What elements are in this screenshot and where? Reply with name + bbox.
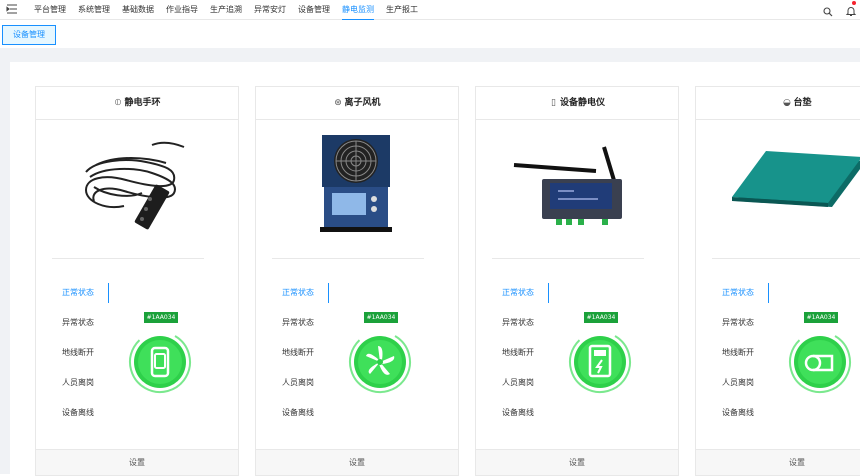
tab-bar: 设备管理 [0,21,860,48]
fan-icon: ⊛ [334,98,342,108]
active-status-indicator [108,283,109,303]
device-card-wristband: ⦶ 静电手环 正常状态 异常状态 地线断开 人员离岗 设备离线 #1AA034 … [35,86,239,476]
status-person-away[interactable]: 人员离岗 [62,377,94,388]
wristband-image [84,141,185,230]
card-divider [52,258,204,259]
card-header: ▯ 设备静电仪 [476,87,678,120]
top-nav-bar: 平台管理 系统管理 基础数据 作业指导 生产追溯 异常安灯 设备管理 静电监测 … [0,0,860,20]
status-device-offline[interactable]: 设备离线 [282,407,314,418]
device-card-static-meter: ▯设备静电仪 正常状态 异常状态 地线断开 人员离岗 设备离线 #1AA034 [475,86,679,476]
device-id-badge: #1AA034 [804,312,838,323]
card-title: 台垫 [793,98,812,108]
settings-button[interactable]: 设置 [256,449,458,475]
wristband-icon: ⦶ [114,98,122,108]
status-normal[interactable]: 正常状态 [282,287,314,298]
device-card-ion-fan: ⊛ 离子风机 正常状态 异常状态 地线断开 人员离岗 设备离线 #1AA034 … [255,86,459,476]
meter-icon: ▯ [551,98,556,108]
mat-image [732,151,860,207]
settings-button[interactable]: 设置 [696,449,860,475]
mat-icon [789,331,851,393]
active-status-indicator [328,283,329,303]
menu-fold-icon[interactable] [6,3,18,15]
card-header: ⦶ 静电手环 [36,87,238,120]
meter-icon [569,331,631,393]
card-header: ⊛ 离子风机 [256,87,458,120]
content-area: ⦶ 静电手环 正常状态 异常状态 地线断开 人员离岗 设备离线 #1AA034 … [0,48,860,476]
device-panel: ⦶ 静电手环 正常状态 异常状态 地线断开 人员离岗 设备离线 #1AA034 … [10,62,860,476]
active-status-indicator [548,283,549,303]
nav-item-work-guide[interactable]: 作业指导 [166,0,198,20]
status-ground-disconnected[interactable]: 地线断开 [722,347,754,358]
card-header: ◒ 台垫 [696,87,860,120]
status-ground-disconnected[interactable]: 地线断开 [282,347,314,358]
nav-item-traceability[interactable]: 生产追溯 [210,0,242,20]
fan-icon [349,331,411,393]
device-id-badge: #1AA034 [584,312,618,323]
status-normal[interactable]: 正常状态 [62,287,94,298]
status-abnormal[interactable]: 异常状态 [282,317,314,328]
nav-item-equipment[interactable]: 设备管理 [298,0,330,20]
active-status-indicator [768,283,769,303]
card-title: 静电手环 [124,98,161,108]
status-normal[interactable]: 正常状态 [722,287,754,298]
status-ground-disconnected[interactable]: 地线断开 [502,347,534,358]
card-title: 设备静电仪 [559,98,605,108]
notification-badge [852,1,856,5]
status-person-away[interactable]: 人员离岗 [502,377,534,388]
device-id-badge: #1AA034 [144,312,178,323]
card-divider [492,258,644,259]
status-person-away[interactable]: 人员离岗 [282,377,314,388]
status-abnormal[interactable]: 异常状态 [62,317,94,328]
main-menu: 平台管理 系统管理 基础数据 作业指导 生产追溯 异常安灯 设备管理 静电监测 … [34,0,430,20]
card-divider [712,258,860,259]
status-abnormal[interactable]: 异常状态 [722,317,754,328]
nav-item-esd-monitor[interactable]: 静电监测 [342,0,374,20]
search-icon[interactable] [822,3,834,17]
status-device-offline[interactable]: 设备离线 [502,407,534,418]
device-card-mat: ◒ 台垫 正常状态 异常状态 地线断开 人员离岗 设备离线 #1AA034 设置 [695,86,860,476]
mat-icon: ◒ [783,98,791,108]
status-abnormal[interactable]: 异常状态 [502,317,534,328]
tab-equipment-management[interactable]: 设备管理 [2,25,56,45]
settings-button[interactable]: 设置 [36,449,238,475]
card-title: 离子风机 [344,98,381,108]
status-device-offline[interactable]: 设备离线 [62,407,94,418]
status-normal[interactable]: 正常状态 [502,287,534,298]
nav-item-system[interactable]: 系统管理 [78,0,110,20]
nav-item-platform[interactable]: 平台管理 [34,0,66,20]
watch-icon [129,331,191,393]
nav-item-basic-data[interactable]: 基础数据 [122,0,154,20]
settings-button[interactable]: 设置 [476,449,678,475]
nav-item-production-report[interactable]: 生产报工 [386,0,418,20]
device-id-badge: #1AA034 [364,312,398,323]
nav-item-andon[interactable]: 异常安灯 [254,0,286,20]
static-meter-image [513,146,622,225]
ion-fan-image [320,135,392,232]
status-person-away[interactable]: 人员离岗 [722,377,754,388]
status-ground-disconnected[interactable]: 地线断开 [62,347,94,358]
card-divider [272,258,424,259]
status-device-offline[interactable]: 设备离线 [722,407,754,418]
